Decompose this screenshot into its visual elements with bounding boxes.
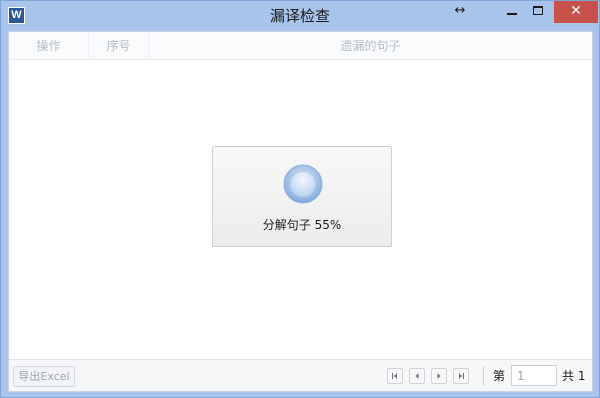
loading-status: 分解句子 55% bbox=[213, 216, 391, 233]
minimize-button[interactable] bbox=[499, 1, 525, 23]
loading-percent: 55% bbox=[314, 218, 342, 232]
title-bar[interactable]: W 漏译检查 ↔ ✕ bbox=[1, 1, 599, 31]
grid-header: 操作 序号 遗漏的句子 bbox=[9, 32, 592, 60]
maximize-icon bbox=[533, 6, 543, 15]
page-number-input[interactable] bbox=[511, 365, 557, 386]
first-page-button[interactable] bbox=[387, 368, 403, 384]
close-icon: ✕ bbox=[570, 3, 582, 19]
first-page-icon bbox=[392, 373, 397, 379]
export-excel-button[interactable]: 导出Excel bbox=[13, 366, 75, 387]
total-pages-label: 共 1 bbox=[562, 369, 586, 383]
column-header-index[interactable]: 序号 bbox=[89, 32, 149, 60]
prev-page-icon bbox=[415, 373, 419, 379]
prev-page-button[interactable] bbox=[409, 368, 425, 384]
next-page-button[interactable] bbox=[431, 368, 447, 384]
maximize-button[interactable] bbox=[525, 1, 551, 23]
spinner-icon bbox=[283, 164, 323, 204]
next-page-icon bbox=[437, 373, 441, 379]
window: W 漏译检查 ↔ ✕ 操作 序号 遗漏的句子 分解句子 55% 导出Excel … bbox=[0, 0, 600, 398]
page-prefix-label: 第 bbox=[493, 369, 506, 383]
close-button[interactable]: ✕ bbox=[554, 1, 598, 23]
client-area: 操作 序号 遗漏的句子 分解句子 55% 导出Excel 第 1 共 1 bbox=[8, 31, 593, 392]
loading-dialog: 分解句子 55% bbox=[212, 146, 392, 247]
minimize-icon bbox=[507, 12, 517, 15]
loading-label: 分解句子 bbox=[262, 218, 311, 232]
resize-icon[interactable]: ↔ bbox=[447, 1, 473, 23]
footer-toolbar: 导出Excel 第 共 1 bbox=[9, 359, 592, 391]
last-page-button[interactable] bbox=[453, 368, 469, 384]
pager-divider bbox=[483, 366, 484, 386]
last-page-icon bbox=[459, 373, 464, 379]
column-header-missed-sentence[interactable]: 遗漏的句子 bbox=[149, 32, 592, 60]
word-app-icon[interactable]: W bbox=[8, 7, 25, 24]
column-header-operation[interactable]: 操作 bbox=[9, 32, 89, 60]
